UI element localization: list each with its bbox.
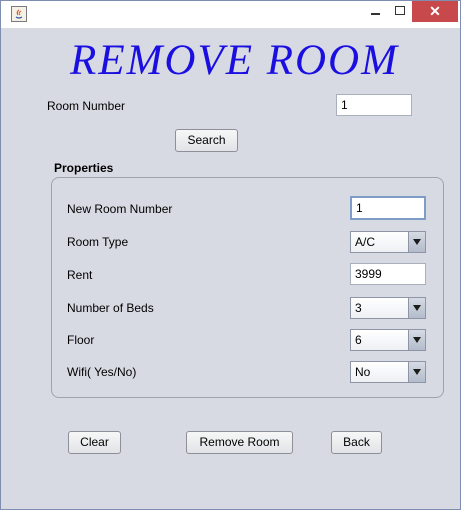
floor-selected-value: 6 — [355, 333, 362, 347]
chevron-down-icon[interactable] — [408, 330, 425, 350]
new-room-number-label: New Room Number — [67, 202, 173, 216]
number-of-beds-label: Number of Beds — [67, 301, 154, 315]
minimize-icon — [370, 13, 380, 15]
room-type-label: Room Type — [67, 235, 129, 249]
room-type-select[interactable]: A/C — [350, 231, 426, 253]
number-of-beds-selected-value: 3 — [355, 301, 362, 315]
close-icon: ✕ — [429, 3, 441, 19]
title-bar: ✕ — [1, 1, 460, 28]
room-number-label: Room Number — [47, 99, 126, 113]
back-button[interactable]: Back — [331, 431, 382, 454]
properties-panel: New Room Number Room Type A/C Rent Numbe… — [51, 177, 444, 398]
java-app-icon — [11, 6, 27, 22]
close-button[interactable]: ✕ — [412, 1, 458, 22]
rent-input[interactable] — [350, 263, 426, 285]
maximize-icon — [395, 6, 405, 15]
chevron-down-icon[interactable] — [408, 362, 425, 382]
search-button[interactable]: Search — [175, 129, 238, 152]
wifi-selected-value: No — [355, 365, 371, 379]
new-room-number-input[interactable] — [350, 196, 426, 220]
remove-room-button[interactable]: Remove Room — [186, 431, 293, 454]
maximize-button[interactable] — [385, 1, 415, 22]
room-number-input[interactable] — [336, 94, 412, 116]
number-of-beds-select[interactable]: 3 — [350, 297, 426, 319]
room-type-selected-value: A/C — [355, 235, 376, 249]
rent-label: Rent — [67, 268, 93, 282]
form-content: REMOVE ROOM Room Number Search Propertie… — [9, 28, 460, 501]
chevron-down-icon[interactable] — [408, 232, 425, 252]
clear-button[interactable]: Clear — [68, 431, 121, 454]
floor-label: Floor — [67, 333, 95, 347]
remove-room-window: ✕ REMOVE ROOM Room Number Search Propert… — [0, 0, 461, 510]
properties-section-title: Properties — [54, 161, 114, 175]
wifi-label: Wifi( Yes/No) — [67, 365, 137, 379]
wifi-select[interactable]: No — [350, 361, 426, 383]
floor-select[interactable]: 6 — [350, 329, 426, 351]
chevron-down-icon[interactable] — [408, 298, 425, 318]
page-title: REMOVE ROOM — [70, 37, 399, 84]
